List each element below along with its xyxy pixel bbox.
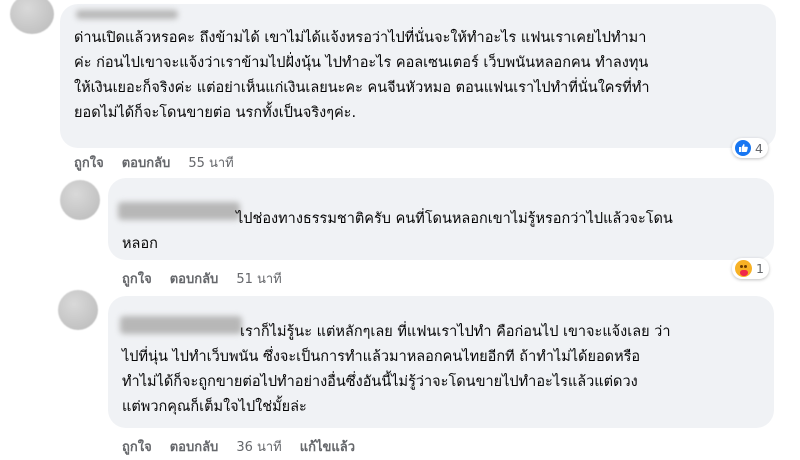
avatar[interactable] bbox=[60, 180, 100, 220]
comment-actions: ถูกใจ ตอบกลับ 51 นาที bbox=[122, 268, 282, 289]
comment-line: ให้เงินเยอะก็จริงค่ะ แต่อย่าเห็นแก่เงินเ… bbox=[74, 80, 650, 96]
comment-line: ทำไม่ได้ก็จะถูกขายต่อไปทำอย่างอื่นซึ่งอั… bbox=[122, 374, 638, 390]
like-button[interactable]: ถูกใจ bbox=[122, 436, 152, 457]
comment-line: ไปช่องทางธรรมชาติครับ คนที่โดนหลอกเขาไม่… bbox=[236, 211, 673, 227]
comment-line: เราก็ไม่รู้นะ แต่หลักๆเลย ที่แฟนเราไปทำ … bbox=[240, 324, 671, 340]
timestamp[interactable]: 55 นาที bbox=[188, 152, 233, 173]
comment-line: หลอก bbox=[122, 236, 158, 252]
reply-button[interactable]: ตอบกลับ bbox=[122, 152, 171, 173]
edited-label[interactable]: แก้ไขแล้ว bbox=[300, 436, 355, 457]
comment-line: ค่ะ ก่อนไปเขาจะแจ้งว่าเราข้ามไปฝั่งนุ้น … bbox=[74, 55, 649, 71]
reply-button[interactable]: ตอบกลับ bbox=[170, 268, 219, 289]
comment-line: ยอดไม่ได้ก็จะโดนขายต่อ นรกทั้งเป็นจริงๆค… bbox=[74, 105, 357, 121]
commenter-name-blurred[interactable] bbox=[120, 316, 242, 334]
like-button[interactable]: ถูกใจ bbox=[74, 152, 104, 173]
reply-button[interactable]: ตอบกลับ bbox=[170, 436, 219, 457]
reaction-count: 4 bbox=[755, 140, 763, 156]
comment-line: แต่พวกคุณก็เต็มใจไปใช่มั้ยล่ะ bbox=[122, 399, 307, 415]
like-button[interactable]: ถูกใจ bbox=[122, 268, 152, 289]
reaction-summary[interactable]: 1 bbox=[732, 258, 769, 279]
timestamp[interactable]: 36 นาที bbox=[236, 436, 281, 457]
reaction-summary[interactable]: 4 bbox=[732, 138, 768, 158]
timestamp[interactable]: 51 นาที bbox=[236, 268, 281, 289]
commenter-name-blurred[interactable] bbox=[76, 10, 178, 19]
care-icon bbox=[735, 260, 752, 277]
avatar[interactable] bbox=[58, 290, 98, 330]
comment-line: ไปที่นุ่น ไปทำเว็บพนัน ซึ่งจะเป็นการทำแล… bbox=[122, 349, 641, 365]
comment-actions: ถูกใจ ตอบกลับ 55 นาที bbox=[74, 152, 234, 173]
avatar[interactable] bbox=[10, 0, 54, 34]
comment-line: ด่านเปิดแล้วหรอคะ ถึงข้ามได้ เขาไม่ได้แจ… bbox=[74, 30, 647, 46]
comment-actions: ถูกใจ ตอบกลับ 36 นาที แก้ไขแล้ว bbox=[122, 436, 355, 457]
commenter-name-blurred[interactable] bbox=[118, 202, 240, 220]
reaction-count: 1 bbox=[756, 261, 764, 276]
like-icon bbox=[735, 140, 751, 156]
